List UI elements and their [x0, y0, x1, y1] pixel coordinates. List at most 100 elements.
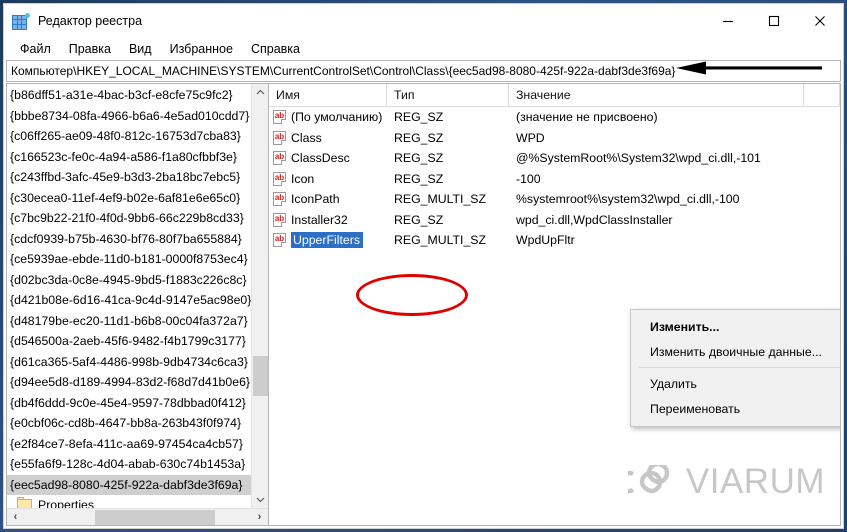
value-name-label: Class: [291, 131, 322, 145]
tree-item[interactable]: {d546500a-2aeb-45f6-9482-f4b1799c3177}: [7, 331, 251, 352]
tree-item[interactable]: {d94ee5d8-d189-4994-83d2-f68d7d41b0e6}: [7, 372, 251, 393]
value-type-cell: REG_SZ: [387, 172, 509, 186]
tree-item[interactable]: {cdcf0939-b75b-4630-bf76-80f7ba655884}: [7, 229, 251, 250]
string-value-icon: ab: [273, 192, 286, 206]
value-data-cell: WpdUpFltr: [509, 233, 840, 247]
value-name-cell: abClassDesc: [269, 151, 387, 165]
tree-item[interactable]: {bbbe8734-08fa-4966-b6a6-4e5ad010cdd7}: [7, 106, 251, 127]
tree-item-label: {d48179be-ec20-11d1-b6b8-00c04fa372a7}: [10, 314, 248, 328]
scroll-left-icon[interactable]: ‹: [7, 509, 24, 526]
value-type-cell: REG_SZ: [387, 131, 509, 145]
value-data-cell: WPD: [509, 131, 840, 145]
close-button[interactable]: [797, 4, 843, 38]
registry-values-pane: Имя Тип Значение ab(По умолчанию)REG_SZ(…: [269, 83, 841, 526]
window-title: Редактор реестра: [38, 14, 142, 28]
context-menu-item[interactable]: Изменить двоичные данные...: [631, 339, 841, 364]
value-row[interactable]: abIconREG_SZ-100: [269, 169, 840, 190]
menu-item-view[interactable]: Вид: [120, 41, 161, 57]
tree-item[interactable]: {db4f6ddd-9c0e-45e4-9597-78dbbad0f412}: [7, 393, 251, 414]
tree-item[interactable]: {d421b08e-6d16-41ca-9c4d-9147e5ac98e0}: [7, 290, 251, 311]
scroll-right-icon[interactable]: ›: [251, 509, 268, 526]
tree-item[interactable]: {c7bc9b22-21f0-4f0d-9bb6-66c229b8cd33}: [7, 208, 251, 229]
tree-item[interactable]: {e0cbf06c-cd8b-4647-bb8a-263b43f0f974}: [7, 413, 251, 434]
menu-item-help[interactable]: Справка: [242, 41, 309, 57]
tree-hscroll-thumb[interactable]: [95, 510, 215, 525]
context-menu-separator: [639, 367, 841, 368]
value-type-cell: REG_SZ: [387, 213, 509, 227]
tree-item-label: {d421b08e-6d16-41ca-9c4d-9147e5ac98e0}: [10, 293, 251, 307]
address-bar[interactable]: Компьютер\HKEY_LOCAL_MACHINE\SYSTEM\Curr…: [6, 60, 841, 82]
value-row[interactable]: ab IconPath REG_MULTI_SZ%systemroot%\syste…: [269, 189, 840, 210]
tree-item-label: {eec5ad98-8080-425f-922a-dabf3de3f69a}: [10, 478, 242, 492]
tree-item-label: {e2f84ce7-8efa-411c-aa69-97454ca4cb57}: [10, 437, 243, 451]
tree-item[interactable]: {b86dff51-a31e-4bac-b3cf-e8cfe75c9fc2}: [7, 85, 251, 106]
menu-bar: Файл Правка Вид Избранное Справка: [4, 38, 843, 60]
context-menu-item[interactable]: Переименовать: [631, 396, 841, 421]
tree-item[interactable]: {d48179be-ec20-11d1-b6b8-00c04fa372a7}: [7, 311, 251, 332]
tree-item[interactable]: {c166523c-fe0c-4a94-a586-f1a80cfbbf3e}: [7, 147, 251, 168]
value-context-menu[interactable]: Изменить...Изменить двоичные данные... Уд…: [630, 309, 841, 427]
tree-item-label: {bbbe8734-08fa-4966-b6a6-4e5ad010cdd7}: [10, 109, 249, 123]
value-data-cell: %systemroot%\system32\wpd_ci.dll,-100: [509, 192, 840, 206]
value-name-cell: ab Installer32: [269, 213, 387, 227]
registry-tree-list[interactable]: {b86dff51-a31e-4bac-b3cf-e8cfe75c9fc2} {b…: [7, 84, 251, 508]
tree-item[interactable]: {d61ca365-5af4-4486-998b-9db4734c6ca3}: [7, 352, 251, 373]
value-row[interactable]: ab(По умолчанию)REG_SZ(значение не присв…: [269, 107, 840, 128]
value-name-label: Installer32: [291, 213, 348, 227]
value-name-label: Icon: [291, 172, 314, 186]
context-menu-item[interactable]: Удалить: [631, 371, 841, 396]
tree-item[interactable]: {ce5939ae-ebde-11d0-b181-0000f8753ec4}: [7, 249, 251, 270]
tree-item-label: {c06ff265-ae09-48f0-812c-16753d7cba83}: [10, 129, 241, 143]
registry-editor-icon: [12, 13, 29, 30]
scroll-down-icon[interactable]: [252, 491, 268, 508]
scroll-up-icon[interactable]: [252, 84, 268, 101]
tree-item[interactable]: {c243ffbd-3afc-45e9-b3d3-2ba18bc7ebc5}: [7, 167, 251, 188]
tree-item[interactable]: {c30ecea0-11ef-4ef9-b02e-6af81e6e65c0}: [7, 188, 251, 209]
value-row[interactable]: ab Installer32 REG_SZwpd_ci.dll,WpdClassIn…: [269, 210, 840, 231]
tree-item-label: {cdcf0939-b75b-4630-bf76-80f7ba655884}: [10, 232, 242, 246]
title-bar: Редактор реестра: [4, 4, 843, 38]
values-column-header: Имя Тип Значение: [269, 84, 840, 107]
tree-item-label: Properties: [38, 498, 94, 508]
value-row[interactable]: abClassREG_SZWPD: [269, 128, 840, 149]
value-row[interactable]: abUpperFiltersREG_MULTI_SZWpdUpFltr: [269, 230, 840, 251]
menu-item-favorites[interactable]: Избранное: [161, 41, 242, 57]
tree-item-label: {db4f6ddd-9c0e-45e4-9597-78dbbad0f412}: [10, 396, 246, 410]
menu-item-file[interactable]: Файл: [11, 41, 60, 57]
tree-item-label: {e0cbf06c-cd8b-4647-bb8a-263b43f0f974}: [10, 416, 241, 430]
tree-item-label: {d546500a-2aeb-45f6-9482-f4b1799c3177}: [10, 334, 246, 348]
value-data-cell: -100: [509, 172, 840, 186]
value-name-cell: ab IconPath: [269, 192, 387, 206]
value-name-label: IconPath: [291, 192, 340, 206]
column-header-name[interactable]: Имя: [269, 84, 387, 106]
value-type-cell: REG_SZ: [387, 110, 509, 124]
column-header-type[interactable]: Тип: [387, 84, 509, 106]
minimize-button[interactable]: [705, 4, 751, 38]
tree-item[interactable]: {eec5ad98-8080-425f-922a-dabf3de3f69a}: [7, 475, 251, 496]
tree-item-label: {c243ffbd-3afc-45e9-b3d3-2ba18bc7ebc5}: [10, 170, 240, 184]
tree-horizontal-scrollbar[interactable]: ‹ ›: [7, 508, 268, 525]
tree-item[interactable]: {e55fa6f9-128c-4d04-abab-630c74b1453a}: [7, 454, 251, 475]
value-name-cell: abUpperFilters: [269, 232, 387, 248]
tree-vertical-scrollbar[interactable]: [251, 84, 268, 508]
menu-item-edit[interactable]: Правка: [60, 41, 120, 57]
tree-area: {b86dff51-a31e-4bac-b3cf-e8cfe75c9fc2} {b…: [7, 84, 268, 508]
tree-item[interactable]: Properties: [7, 495, 251, 508]
content-panes: {b86dff51-a31e-4bac-b3cf-e8cfe75c9fc2} {b…: [6, 83, 841, 526]
tree-scroll-thumb[interactable]: [253, 356, 268, 396]
values-row-list[interactable]: ab(По умолчанию)REG_SZ(значение не присв…: [269, 107, 840, 251]
column-header-pad: [804, 84, 840, 106]
value-type-cell: REG_MULTI_SZ: [387, 233, 509, 247]
value-type-cell: REG_MULTI_SZ: [387, 192, 509, 206]
tree-item[interactable]: {e2f84ce7-8efa-411c-aa69-97454ca4cb57}: [7, 434, 251, 455]
value-data-cell: @%SystemRoot%\System32\wpd_ci.dll,-101: [509, 151, 840, 165]
column-header-value[interactable]: Значение: [509, 84, 804, 106]
value-data-cell: wpd_ci.dll,WpdClassInstaller: [509, 213, 840, 227]
maximize-button[interactable]: [751, 4, 797, 38]
tree-item[interactable]: {d02bc3da-0c8e-4945-9bd5-f1883c226c8c}: [7, 270, 251, 291]
tree-item-label: {e55fa6f9-128c-4d04-abab-630c74b1453a}: [10, 457, 245, 471]
string-value-icon: ab: [273, 213, 286, 227]
context-menu-item[interactable]: Изменить...: [631, 314, 841, 339]
tree-item[interactable]: {c06ff265-ae09-48f0-812c-16753d7cba83}: [7, 126, 251, 147]
value-row[interactable]: abClassDescREG_SZ@%SystemRoot%\System32\…: [269, 148, 840, 169]
